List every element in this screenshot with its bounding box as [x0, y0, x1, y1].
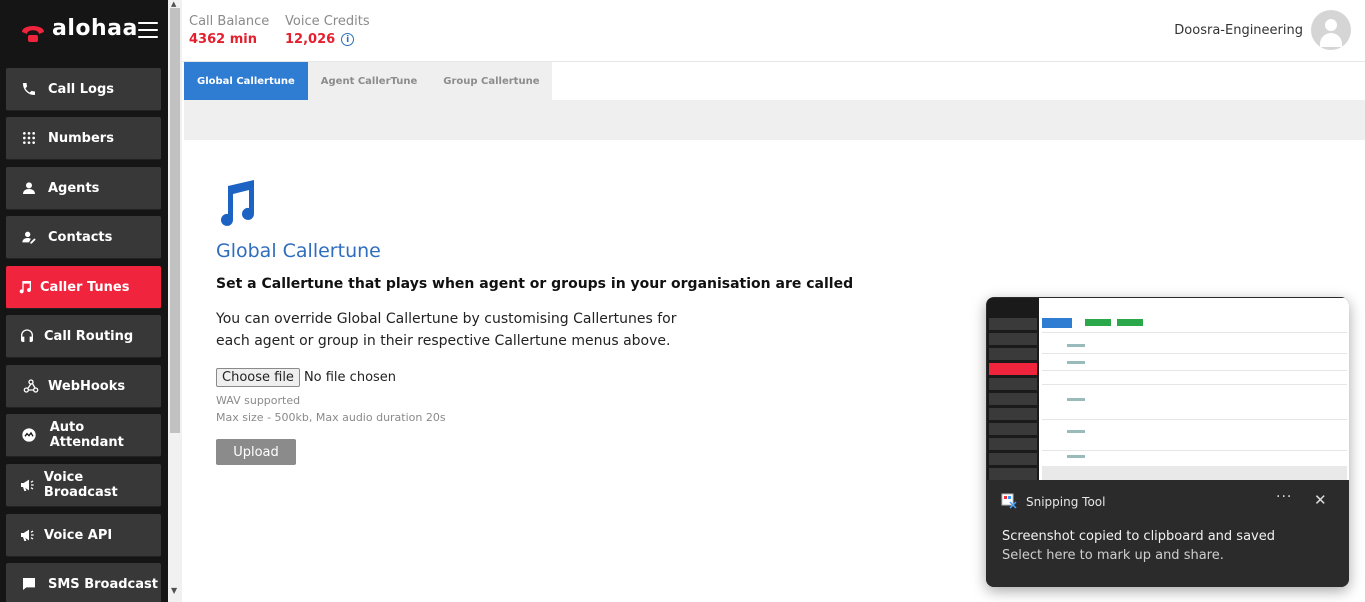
megaphone-icon [18, 526, 36, 544]
headset-icon [18, 327, 36, 345]
sidebar-item-voice-api[interactable]: Voice API [6, 514, 161, 557]
file-status-text: No file chosen [303, 370, 397, 385]
brand-name: alohaa [52, 16, 138, 41]
sidebar-item-call-logs[interactable]: Call Logs [6, 68, 161, 111]
callertune-tabs: Global Callertune Agent CallerTune Group… [184, 62, 553, 100]
sidebar-item-call-routing[interactable]: Call Routing [6, 315, 161, 358]
app-root: alohaa Call Logs Numbers Agents Contacts… [0, 0, 1365, 602]
page-title: Global Callertune [216, 240, 381, 262]
sidebar-item-label: Agents [48, 180, 100, 196]
sms-icon [20, 575, 38, 593]
contacts-icon [20, 228, 38, 246]
call-balance-value: 4362 min [189, 32, 257, 47]
sidebar-item-caller-tunes[interactable]: Caller Tunes [6, 266, 161, 309]
person-icon [20, 179, 38, 197]
sidebar-item-label: Call Logs [48, 81, 115, 97]
sidebar-item-label: Voice API [44, 527, 113, 543]
sidebar-item-contacts[interactable]: Contacts [6, 216, 161, 259]
snipping-tool-notification[interactable]: Snipping Tool ··· ✕ Screenshot copied to… [986, 297, 1349, 587]
close-icon[interactable]: ✕ [1314, 491, 1327, 509]
info-icon[interactable]: i [341, 33, 355, 46]
page-subtitle: Set a Callertune that plays when agent o… [216, 276, 854, 292]
sidebar-item-label: Voice Broadcast [43, 470, 118, 500]
sidebar-item-label: Contacts [48, 229, 113, 245]
sidebar-scrollbar[interactable]: ▲ ▼ [168, 0, 182, 602]
toast-message: Screenshot copied to clipboard and saved [1002, 529, 1275, 544]
webhook-icon [22, 377, 40, 395]
sidebar-item-agents[interactable]: Agents [6, 167, 161, 210]
tab-content-divider [184, 100, 1365, 140]
sidebar-item-sms-broadcast[interactable]: SMS Broadcast [6, 563, 161, 602]
tab-agent-callertune[interactable]: Agent CallerTune [307, 62, 431, 100]
music-note-icon [221, 180, 254, 226]
scrollbar-thumb[interactable] [170, 8, 180, 433]
sidebar-item-auto-attendant[interactable]: Auto Attendant [6, 414, 161, 457]
sidebar-item-label: Auto Attendant [49, 420, 124, 450]
call-balance-label: Call Balance [189, 14, 270, 29]
sidebar-item-numbers[interactable]: Numbers [6, 117, 161, 160]
top-header: Call Balance 4362 min Voice Credits 12,0… [182, 0, 1365, 62]
voice-credits: Voice Credits 12,026 i [285, 14, 370, 47]
scroll-down-arrow-icon[interactable]: ▼ [171, 586, 177, 595]
snipping-tool-icon [1001, 493, 1017, 509]
voice-credits-value: 12,026 [285, 32, 336, 47]
upload-button[interactable]: Upload [216, 439, 296, 465]
hamburger-menu-icon[interactable] [138, 22, 158, 40]
avatar[interactable] [1311, 10, 1351, 50]
toast-app-name: Snipping Tool [1026, 495, 1106, 509]
dialpad-icon [20, 129, 38, 147]
call-balance: Call Balance 4362 min [189, 14, 269, 47]
phone-icon [20, 80, 38, 98]
voice-credits-label: Voice Credits [285, 14, 370, 29]
music-note-icon [16, 278, 34, 296]
screenshot-thumbnail[interactable] [987, 298, 1349, 480]
sidebar-item-voice-broadcast[interactable]: Voice Broadcast [6, 464, 161, 507]
tab-group-callertune[interactable]: Group Callertune [430, 62, 553, 100]
more-options-icon[interactable]: ··· [1276, 489, 1292, 505]
megaphone-icon [18, 476, 36, 494]
sidebar-item-label: WebHooks [48, 378, 126, 394]
user-menu[interactable]: Doosra-Engineering [1174, 10, 1351, 50]
sidebar-item-label: Call Routing [44, 328, 134, 344]
scroll-up-arrow-icon[interactable]: ▲ [171, 0, 179, 8]
brand-header: alohaa [0, 0, 168, 62]
sidebar-item-label: Numbers [48, 130, 114, 146]
toast-body[interactable]: Snipping Tool ··· ✕ Screenshot copied to… [986, 481, 1349, 587]
description-line: You can override Global Callertune by cu… [216, 311, 677, 327]
username: Doosra-Engineering [1174, 22, 1303, 38]
sidebar-item-label: SMS Broadcast [48, 576, 158, 592]
choose-file-button[interactable]: Choose file [216, 368, 300, 387]
toast-sub-message: Select here to mark up and share. [1002, 548, 1224, 563]
sidebar-item-webhooks[interactable]: WebHooks [6, 365, 161, 408]
page-description: You can override Global Callertune by cu… [216, 308, 716, 352]
size-hint: Max size - 500kb, Max audio duration 20s [216, 411, 446, 424]
alohaa-logo-icon [22, 26, 44, 42]
tab-global-callertune[interactable]: Global Callertune [184, 62, 308, 100]
description-line: each agent or group in their respective … [216, 333, 671, 349]
file-input: Choose file No file chosen [216, 368, 396, 387]
auto-attendant-icon [20, 426, 38, 444]
format-hint: WAV supported [216, 394, 301, 407]
sidebar: alohaa Call Logs Numbers Agents Contacts… [0, 0, 168, 602]
sidebar-item-label: Caller Tunes [40, 279, 130, 295]
